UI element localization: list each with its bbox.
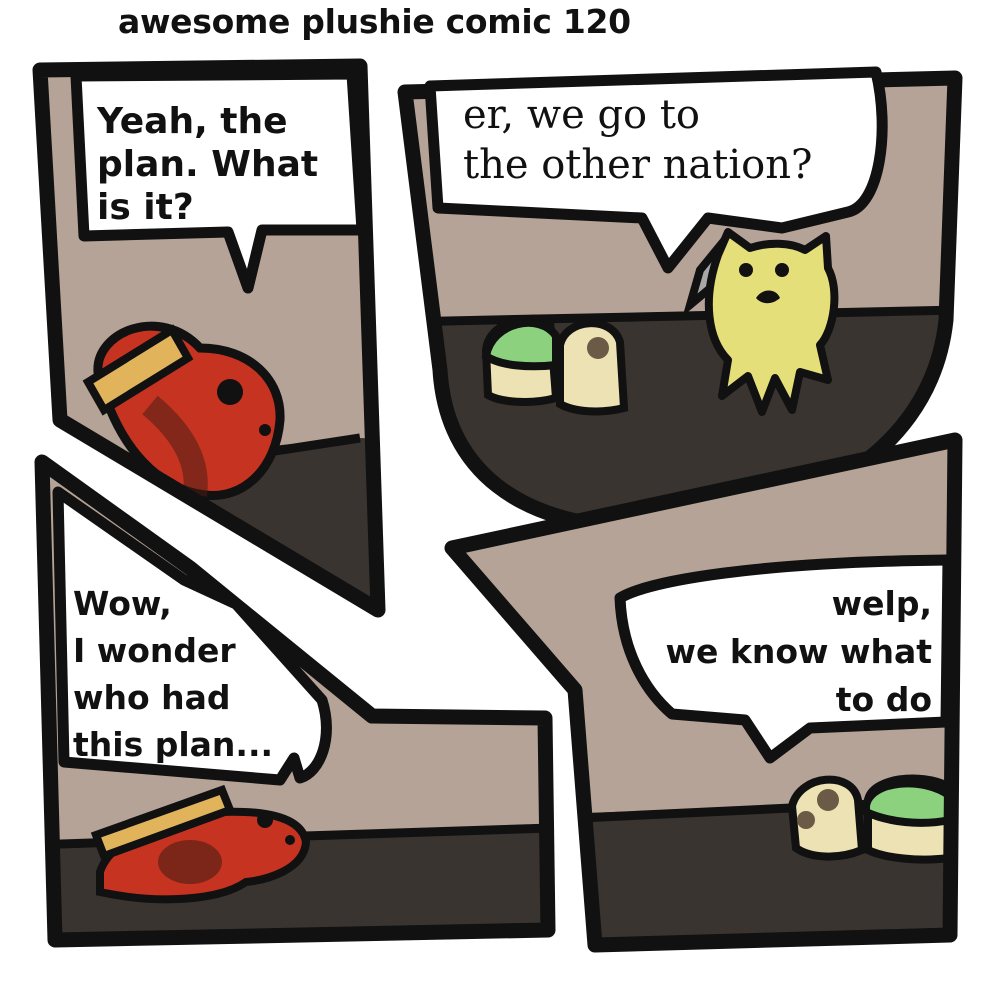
bubble-text-2: er, we go to the other nation? [463, 92, 813, 188]
turtle-plushie-icon [481, 314, 629, 416]
turtle-plushie-icon [787, 774, 954, 864]
bubble-text-3: Wow, I wonder who had this plan... [73, 584, 274, 764]
bubble-text-1: Yeah, the plan. What is it? [97, 101, 319, 228]
bubble-text-4: welp, we know what to do [665, 584, 932, 719]
